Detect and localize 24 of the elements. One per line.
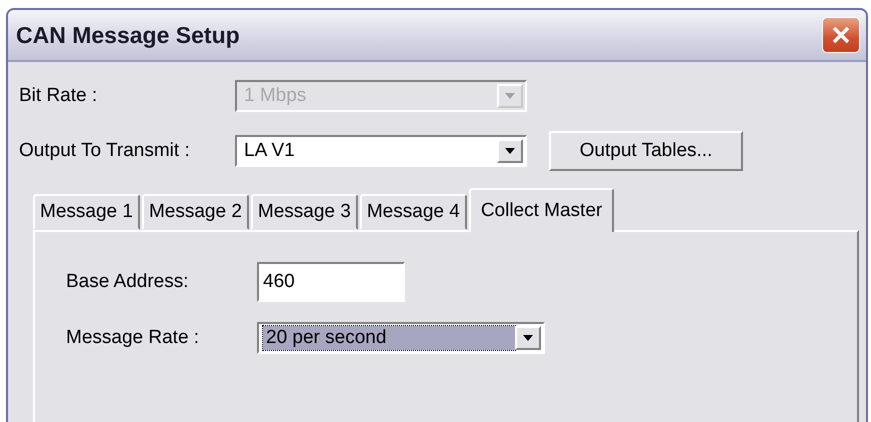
dropdown-arrow-icon [523,335,533,341]
tab[interactable]: Message 2 [142,194,249,230]
dropdown-arrow-icon [505,93,515,99]
close-icon [830,24,852,46]
bit-rate-label: Bit Rate : [19,85,98,107]
message-rate-dropdown[interactable]: 20 per second [257,322,545,354]
selected-value: 20 per second [263,326,515,350]
close-button[interactable] [822,17,860,53]
tab[interactable]: Message 1 [33,194,140,230]
base-address-field[interactable]: 460 [257,262,405,302]
tab[interactable]: Collect Master [468,188,614,232]
output-label: Output To Transmit : [19,140,191,162]
output-tables-button[interactable]: Output Tables... [549,131,743,171]
tab[interactable]: Message 4 [360,194,467,230]
message-rate-label: Message Rate : [66,327,200,349]
dropdown-arrow-icon [505,148,515,154]
output-dropdown[interactable]: LA V1 [235,135,527,167]
base-address-label: Base Address: [66,271,190,293]
window-title: CAN Message Setup [16,22,240,48]
dropdown-button[interactable] [515,326,541,350]
selected-value: 1 Mbps [243,84,308,108]
dropdown-button[interactable] [497,139,523,163]
selected-value: LA V1 [243,139,296,163]
tab[interactable]: Message 3 [250,194,358,230]
